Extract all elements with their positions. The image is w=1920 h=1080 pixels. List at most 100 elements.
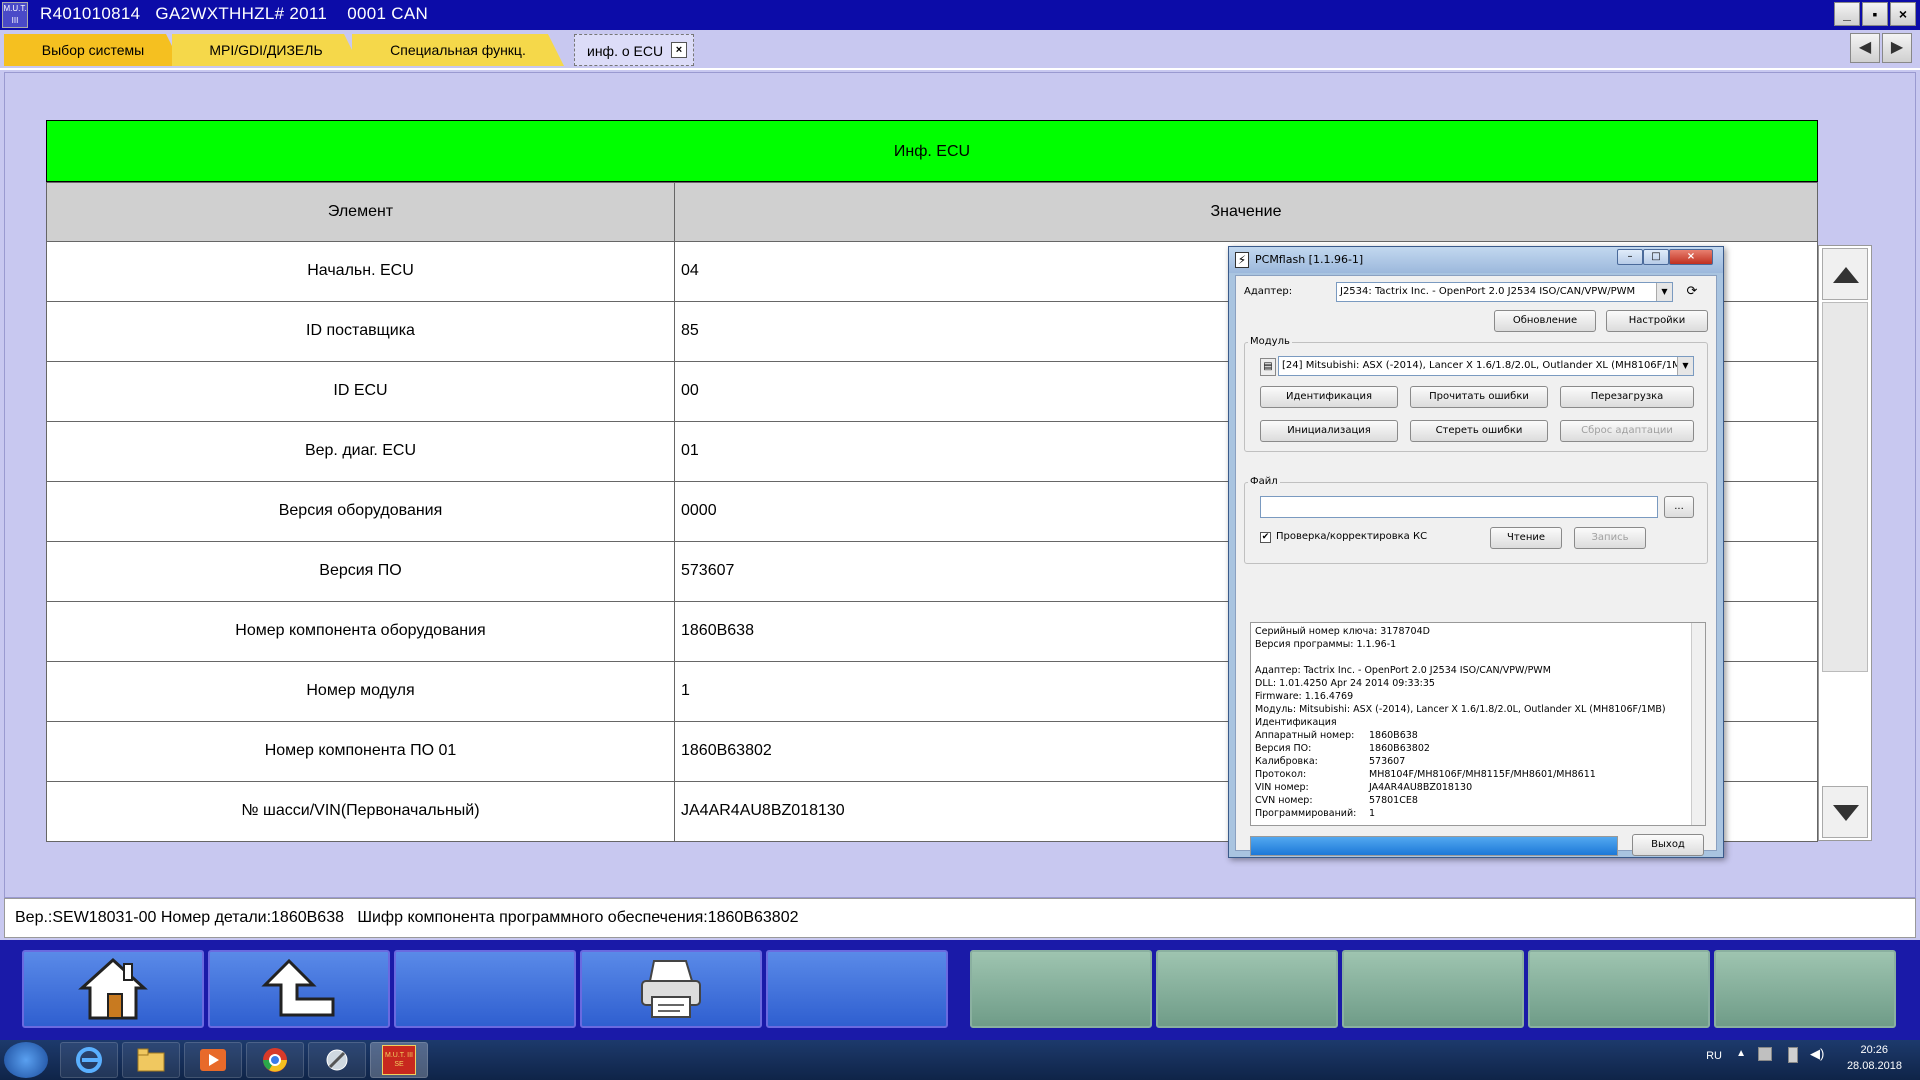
tools-icon[interactable] (308, 1042, 366, 1078)
log-line: Версия ПО: 1860B63802 (1255, 742, 1701, 755)
identify-button[interactable]: Идентификация (1260, 386, 1398, 408)
log-line: Программирований: 1 (1255, 807, 1701, 820)
mut-taskbar-item[interactable]: M.U.T. III SE (370, 1042, 428, 1078)
module-group-label: Модуль (1248, 336, 1292, 347)
file-group-label: Файл (1248, 476, 1280, 487)
log-key: Аппаратный номер: (1255, 730, 1355, 741)
folder-glyph (137, 1048, 165, 1072)
dialog-close-button[interactable]: × (1669, 249, 1713, 265)
table-scrollbar[interactable] (1818, 245, 1872, 841)
toolbar-button-10[interactable] (1714, 950, 1896, 1028)
back-button[interactable] (208, 950, 390, 1028)
toolbar-button-8[interactable] (1342, 950, 1524, 1028)
tab-ecu-info[interactable]: инф. о ECU × (574, 34, 694, 66)
log-value: 57801CE8 (1369, 795, 1418, 806)
windows-start-icon[interactable] (4, 1042, 48, 1078)
log-output[interactable]: Серийный номер ключа: 3178704D Версия про… (1250, 622, 1706, 826)
pcmflash-body: Адаптер: J2534: Tactrix Inc. - OpenPort … (1235, 275, 1717, 856)
ie-glyph (76, 1047, 102, 1073)
home-icon (78, 957, 148, 1020)
browse-file-button[interactable]: ... (1664, 496, 1694, 518)
tab-label: Специальная функц. (390, 42, 526, 58)
refresh-icon[interactable]: ⟳ (1682, 282, 1702, 302)
row-element-name: № шасси/VIN(Первоначальный) (47, 782, 675, 841)
log-line: Адаптер: Tactrix Inc. - OpenPort 2.0 J25… (1255, 665, 1551, 676)
tab-prev-button[interactable]: ◀ (1850, 33, 1880, 63)
chevron-down-icon: ▼ (1656, 283, 1672, 301)
clear-errors-button[interactable]: Стереть ошибки (1410, 420, 1548, 442)
home-button[interactable] (22, 950, 204, 1028)
scroll-up-button[interactable] (1822, 248, 1868, 300)
tab-close-icon[interactable]: × (671, 42, 687, 58)
write-button[interactable]: Запись (1574, 527, 1646, 549)
toolbar-button-7[interactable] (1156, 950, 1338, 1028)
log-key: VIN номер: (1255, 782, 1309, 793)
toolbar-button-6[interactable] (970, 950, 1152, 1028)
arrow-down-icon (1833, 805, 1859, 821)
row-element-name: Номер компонента оборудования (47, 602, 675, 661)
module-list-icon[interactable]: ▤ (1260, 358, 1276, 376)
settings-button[interactable]: Настройки (1606, 310, 1708, 332)
tab-mpi-gdi-diesel[interactable]: MPI/GDI/ДИЗЕЛЬ (172, 34, 360, 66)
log-value: MH8104F/MH8106F/MH8115F/MH8601/MH8611 (1369, 769, 1596, 780)
update-button[interactable]: Обновление (1494, 310, 1596, 332)
adapter-select[interactable]: J2534: Tactrix Inc. - OpenPort 2.0 J2534… (1336, 282, 1673, 302)
dialog-maximize-button[interactable]: □ (1643, 249, 1669, 265)
toolbar-button-3[interactable] (394, 950, 576, 1028)
log-scrollbar[interactable] (1691, 623, 1705, 825)
tab-system-select[interactable]: Выбор системы (4, 34, 182, 66)
tab-next-button[interactable]: ▶ (1882, 33, 1912, 63)
media-glyph (200, 1049, 226, 1071)
progress-fill (1251, 837, 1617, 855)
initialize-button[interactable]: Инициализация (1260, 420, 1398, 442)
media-player-icon[interactable] (184, 1042, 242, 1078)
toolbar-button-5[interactable] (766, 950, 948, 1028)
close-button[interactable]: × (1890, 2, 1916, 26)
scroll-down-button[interactable] (1822, 786, 1868, 838)
maximize-button[interactable]: ▪ (1862, 2, 1888, 26)
row-value: JA4AR4AU8BZ018130 (681, 802, 845, 819)
tray-expand-icon[interactable]: ▲ (1736, 1048, 1746, 1059)
reboot-button[interactable]: Перезагрузка (1560, 386, 1694, 408)
clock-date[interactable]: 28.08.2018 (1847, 1060, 1902, 1072)
tab-bar: Выбор системы MPI/GDI/ДИЗЕЛЬ Специальная… (0, 30, 1920, 70)
battery-icon[interactable] (1788, 1047, 1798, 1063)
adapter-label: Адаптер: (1244, 286, 1293, 297)
ecu-info-table: Инф. ECU Элемент Значение Начальн. ECU 04… (46, 120, 1818, 842)
minimize-button[interactable]: _ (1834, 2, 1860, 26)
toolbar-button-9[interactable] (1528, 950, 1710, 1028)
app-logo-icon: M.U.T. III (2, 2, 28, 28)
flag-icon[interactable] (1758, 1047, 1772, 1061)
log-line: Протокол: MH8104F/MH8106F/MH8115F/MH8601/… (1255, 768, 1701, 781)
module-select[interactable]: [24] Mitsubishi: ASX (-2014), Lancer X 1… (1278, 356, 1694, 376)
ie-icon[interactable] (60, 1042, 118, 1078)
file-path-input[interactable] (1260, 496, 1658, 518)
tab-special-function[interactable]: Специальная функц. (352, 34, 564, 66)
column-header-element: Элемент (46, 182, 675, 242)
column-header-value: Значение (674, 182, 1818, 242)
log-line: CVN номер: 57801CE8 (1255, 794, 1701, 807)
language-indicator[interactable]: RU (1706, 1050, 1722, 1062)
status-line: Вер.:SEW18031-00 Номер детали:1860B638 Ш… (4, 898, 1916, 938)
row-value: 04 (681, 262, 699, 279)
log-value: JA4AR4AU8BZ018130 (1369, 782, 1473, 793)
read-button[interactable]: Чтение (1490, 527, 1562, 549)
exit-button[interactable]: Выход (1632, 834, 1704, 856)
clock-time[interactable]: 20:26 (1860, 1044, 1888, 1056)
log-value: 573607 (1369, 756, 1406, 767)
print-button[interactable] (580, 950, 762, 1028)
reset-adaptation-button[interactable]: Сброс адаптации (1560, 420, 1694, 442)
explorer-icon[interactable] (122, 1042, 180, 1078)
pcmflash-dialog: ⚡ PCMflash [1.1.96-1] – □ × Адаптер: J25… (1228, 246, 1724, 858)
volume-icon[interactable]: ◀) (1810, 1046, 1824, 1062)
pcmflash-titlebar: ⚡ PCMflash [1.1.96-1] – □ × (1229, 247, 1723, 273)
checksum-checkbox[interactable]: ✔ (1260, 532, 1271, 543)
row-value: 1860B63802 (681, 742, 772, 759)
scroll-thumb[interactable] (1822, 302, 1868, 672)
ecu-info-header: Инф. ECU (46, 120, 1818, 182)
dialog-minimize-button[interactable]: – (1617, 249, 1643, 265)
chrome-icon[interactable] (246, 1042, 304, 1078)
log-line: Версия программы: 1.1.96-1 (1255, 639, 1397, 650)
read-errors-button[interactable]: Прочитать ошибки (1410, 386, 1548, 408)
